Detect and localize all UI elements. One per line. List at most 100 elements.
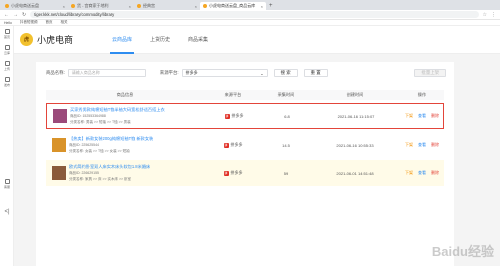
offshelf-link[interactable]: 下架 xyxy=(405,170,413,176)
view-link[interactable]: 查看 xyxy=(418,170,426,176)
view-link[interactable]: 查看 xyxy=(418,113,426,119)
browser-tabbar: 小虎电商送云盘 × 货 - 宫商家于地利 × 经典宫 × 小虎电商送云盘_商品云库 × … xyxy=(0,0,500,10)
tab-collect[interactable]: 商品采集 xyxy=(179,26,217,54)
bookmark-item[interactable]: Hello xyxy=(4,21,12,25)
source-platform: 拼拼多多 xyxy=(204,142,262,148)
brand-name: 小虎电商 xyxy=(37,35,74,45)
column-header: 采集时间 xyxy=(277,92,295,97)
close-icon[interactable]: × xyxy=(195,4,197,9)
product-title-link[interactable]: 欧式简约卧室双人床实木床头软包1.8米婚床 xyxy=(69,164,204,170)
library-panel: 商品名称: 请输入商品名称 来源平台: 拼多多 ⌄ 搜 索 重 置 批量上架 商品… xyxy=(36,62,454,272)
platform-select[interactable]: 拼多多 ⌄ xyxy=(181,69,268,77)
tab-label: 货 - 宫商家于地利 xyxy=(77,3,109,8)
new-tab-icon[interactable]: + xyxy=(269,3,273,9)
product-category: 分类名称: 男装 >> 短袖 >> T恤 >> 男装 xyxy=(70,120,131,124)
sidebar-item-cloud[interactable]: 云库 xyxy=(0,42,14,58)
tab-label: 云商品库 xyxy=(112,37,133,43)
view-link[interactable]: 查看 xyxy=(418,142,426,148)
browser-tab-active[interactable]: 小虎电商送云盘_商品云库 × xyxy=(200,2,266,10)
collapse-icon: <| xyxy=(4,209,10,215)
search-button-label: 搜 索 xyxy=(280,70,291,75)
main-content: 虎 小虎电商 云商品库 上货历史 商品采集 商品名称: 请输入商品名称 来源平台… xyxy=(14,26,500,272)
browser-tab[interactable]: 小虎电商送云盘 × xyxy=(2,2,68,10)
sidebar-item-label: 客服 xyxy=(3,185,10,189)
brand-logo: 虎 xyxy=(20,33,33,46)
chevron-down-icon: ⌄ xyxy=(260,70,264,76)
collect-value: 59 xyxy=(283,170,289,176)
sidebar-item-publish[interactable]: 发布 xyxy=(0,74,14,90)
table-row[interactable]: 【热卖】新款女装200g纯棉短袖T恤 新款女装 商品ID: 225625544 … xyxy=(46,132,444,158)
table-row[interactable]: 欧式简约卧室双人床实木床头软包1.8米婚床 商品ID: 226629155 分类… xyxy=(46,160,444,186)
row-actions: 下架 查看 删除 xyxy=(401,113,443,119)
row-actions: 下架 查看 删除 xyxy=(400,170,444,176)
delete-link[interactable]: 删除 xyxy=(431,170,439,176)
publish-icon xyxy=(4,77,10,82)
close-icon[interactable]: × xyxy=(129,4,131,9)
pinduoduo-icon: 拼 xyxy=(224,113,230,119)
url-field[interactable]: tiger.kkk.net/cloud/library/commodity/li… xyxy=(30,11,479,18)
source-platform: 拼拼多多 xyxy=(204,170,262,176)
star-icon[interactable]: ☆ xyxy=(483,12,487,18)
tab-cloud-library[interactable]: 云商品库 xyxy=(103,26,141,54)
name-search-placeholder: 请输入商品名称 xyxy=(71,70,100,75)
source-platform: 拼拼多多 xyxy=(205,113,263,119)
close-icon[interactable]: × xyxy=(63,4,65,9)
sidebar-item-label: 发布 xyxy=(3,83,10,87)
bookmark-item[interactable]: 抖音短视频 xyxy=(20,20,38,25)
product-thumbnail[interactable] xyxy=(53,109,67,123)
delete-link[interactable]: 删除 xyxy=(431,142,439,148)
created-time: 2021-06-16 11:15:07 xyxy=(337,113,375,119)
forward-icon[interactable]: → xyxy=(13,12,18,18)
product-id: 商品ID: 226629155 xyxy=(69,171,99,175)
offshelf-link[interactable]: 下架 xyxy=(405,142,413,148)
name-search-input[interactable]: 请输入商品名称 xyxy=(67,69,146,77)
search-button[interactable]: 搜 索 xyxy=(273,69,298,77)
bookmark-item[interactable]: 首页 xyxy=(45,20,52,25)
upload-icon xyxy=(4,61,10,66)
tab-upload-history[interactable]: 上货历史 xyxy=(141,26,179,54)
app-sidebar: 首页 云库 上传 发布 客服 <| xyxy=(0,26,14,266)
column-header: 创建时间 xyxy=(346,92,364,97)
watermark: Baidu经验 xyxy=(431,244,494,259)
collapse-sidebar-button[interactable]: <| xyxy=(0,204,14,220)
reset-button-label: 重 置 xyxy=(310,70,321,75)
headset-icon xyxy=(4,179,10,184)
address-bar: ← → ↻ tiger.kkk.net/cloud/library/commod… xyxy=(0,10,500,20)
reset-button[interactable]: 重 置 xyxy=(303,69,328,77)
reload-icon[interactable]: ↻ xyxy=(22,12,26,18)
back-icon[interactable]: ← xyxy=(4,12,9,18)
tab-label: 经典宫 xyxy=(143,3,155,8)
bookmark-item[interactable]: 相关 xyxy=(60,20,67,25)
browser-tab[interactable]: 货 - 宫商家于地利 × xyxy=(68,2,134,10)
batch-upload-button[interactable]: 批量上架 xyxy=(414,69,446,77)
product-category: 分类名称: 女装 >> T恤 >> 女装 >> 短袖 xyxy=(69,149,130,153)
row-actions: 下架 查看 删除 xyxy=(400,142,444,148)
column-header: 商品信息 xyxy=(116,92,134,97)
sidebar-item-service[interactable]: 客服 xyxy=(0,176,14,192)
platform-select-value: 拼多多 xyxy=(185,70,198,75)
product-title-link[interactable]: 【热卖】新款女装200g纯棉短袖T恤 新款女装 xyxy=(69,136,204,142)
browser-tab[interactable]: 经典宫 × xyxy=(134,2,200,10)
tab-label: 上货历史 xyxy=(150,37,171,43)
collect-value: 14.5 xyxy=(282,142,290,148)
close-icon[interactable]: × xyxy=(261,4,263,9)
sidebar-item-upload[interactable]: 上传 xyxy=(0,58,14,74)
tab-label: 商品采集 xyxy=(188,37,209,43)
sidebar-item-home[interactable]: 首页 xyxy=(0,26,14,42)
column-header: 来源平台 xyxy=(224,92,242,97)
table-row[interactable]: 买家秀男款纯棉短袖T恤半袖大码宽松舒适百搭上衣 商品ID: 1525533649… xyxy=(46,103,444,129)
offshelf-link[interactable]: 下架 xyxy=(405,113,413,119)
tab-favicon-icon xyxy=(137,4,141,8)
product-thumbnail[interactable] xyxy=(52,138,66,152)
product-thumbnail[interactable] xyxy=(52,166,66,180)
name-filter-label: 商品名称: xyxy=(46,70,65,75)
platform-name: 拼多多 xyxy=(231,113,244,118)
sidebar-item-label: 上传 xyxy=(3,67,10,71)
table-header: 商品信息 来源平台 采集时间 创建时间 操作 xyxy=(46,90,444,100)
created-time: 2021-06-01 14:51:48 xyxy=(336,170,374,176)
pinduoduo-icon: 拼 xyxy=(223,170,229,176)
product-title-link[interactable]: 买家秀男款纯棉短袖T恤半袖大码宽松舒适百搭上衣 xyxy=(70,107,205,113)
menu-icon[interactable]: ⋮ xyxy=(491,12,496,18)
delete-link[interactable]: 删除 xyxy=(431,113,439,119)
product-id: 商品ID: 225625544 xyxy=(69,143,99,147)
